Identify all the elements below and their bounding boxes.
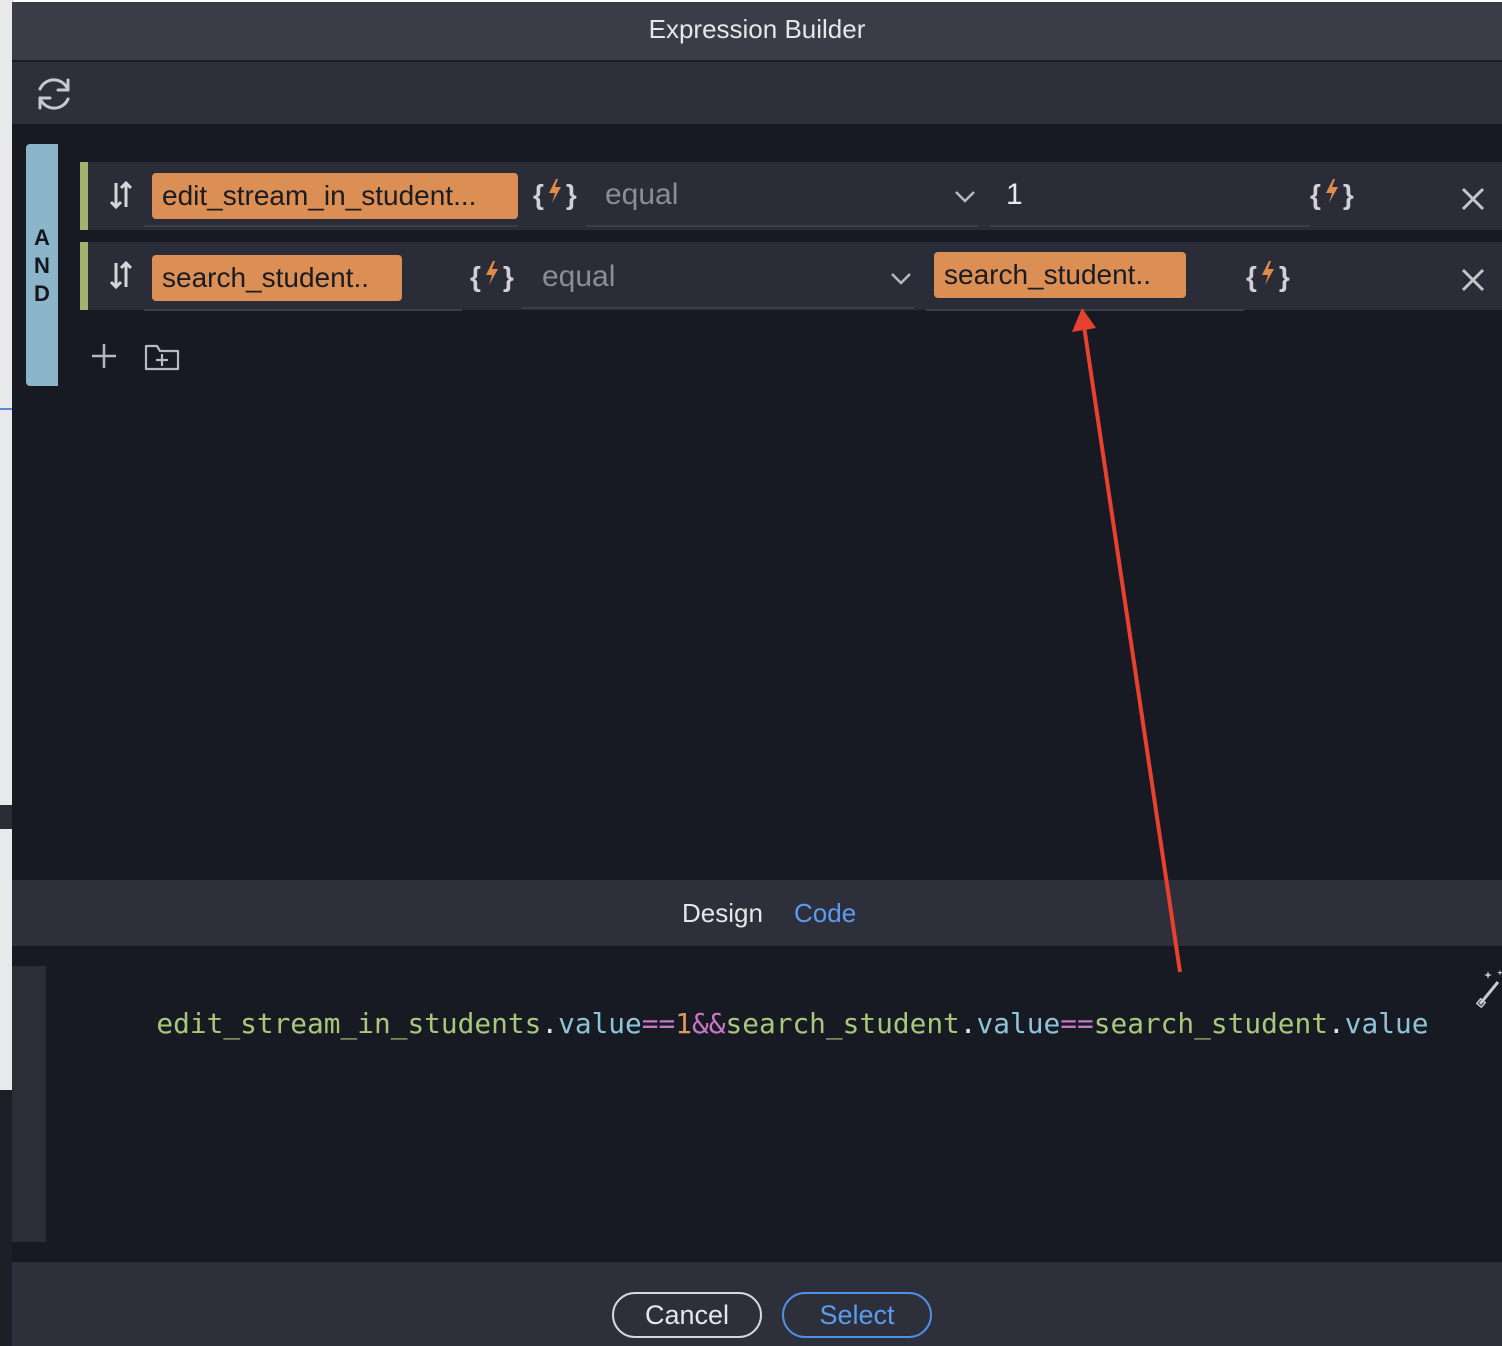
code-token: value [1344,1007,1429,1040]
title-bar: Expression Builder [12,2,1502,62]
chevron-down-icon[interactable] [890,272,912,286]
dynamic-data-icon: {} [1246,261,1290,292]
code-token: == [1060,1007,1094,1040]
sort-arrows-icon [109,260,133,290]
magic-wand-icon [1476,970,1502,1008]
condition-row: search_student.. {} equal search_student… [80,242,1502,311]
reorder-button[interactable] [108,260,134,290]
row-accent [80,242,88,310]
tab-code[interactable]: Code [794,898,856,929]
field-underline [586,225,978,227]
toolbar [12,62,1502,124]
code-token: && [692,1007,726,1040]
code-line[interactable]: edit_stream_in_students.value==1&&search… [56,974,1428,1073]
add-condition-button[interactable] [90,342,118,370]
code-token: . [541,1007,559,1040]
condition-row: edit_stream_in_student... {} equal 1 {} [80,162,1502,230]
chevron-down-icon[interactable] [954,190,976,204]
tab-design[interactable]: Design [682,898,763,929]
plus-icon [92,344,116,368]
row-accent [80,162,88,230]
operator-select[interactable]: equal [542,260,615,294]
expression-builder-dialog: Expression Builder A N D edit_stream_in_… [12,2,1502,1346]
select-button[interactable]: Select [782,1292,932,1338]
code-token: search_student [1093,1007,1329,1040]
field-underline [144,225,518,227]
dynamic-data-button[interactable]: {} [470,260,514,293]
field-underline [522,307,914,309]
view-tabs: Design Code [12,880,1502,946]
add-group-button[interactable] [144,342,180,372]
close-icon[interactable] [1460,267,1486,293]
dynamic-data-icon: {} [470,261,514,292]
code-token: 1 [675,1007,693,1040]
editor-gutter [12,966,46,1242]
field-underline [990,225,1310,227]
format-button[interactable] [1476,968,1502,1008]
code-token: . [1328,1007,1345,1040]
right-dynamic-data-button[interactable]: {} [1246,260,1290,293]
dynamic-data-icon: {} [533,179,577,210]
dynamic-data-icon: {} [1310,179,1354,210]
right-value-input[interactable]: 1 [1006,178,1023,212]
refresh-icon [38,78,70,110]
dialog-title: Expression Builder [648,14,866,44]
dynamic-data-button[interactable]: {} [533,178,577,211]
field-underline [926,309,1244,311]
field-underline [144,309,462,311]
close-icon[interactable] [1460,186,1486,212]
code-token: value [558,1007,642,1040]
sort-arrows-icon [109,180,133,210]
and-group-bar[interactable]: A N D [26,144,58,386]
code-editor[interactable]: edit_stream_in_students.value==1&&search… [12,946,1502,1262]
code-token: value [976,1007,1061,1040]
group-operator-label: A N D [34,225,50,306]
left-operand-chip[interactable]: search_student.. [152,255,402,301]
code-token: search_student [725,1007,960,1040]
code-token: edit_stream_in_students [156,1007,542,1040]
dialog-footer: Cancel Select [12,1262,1502,1346]
code-token: . [959,1007,977,1040]
folder-plus-icon [144,344,180,371]
reorder-button[interactable] [108,180,134,210]
left-operand-chip[interactable]: edit_stream_in_student... [152,173,518,219]
operator-select[interactable]: equal [605,178,678,212]
right-operand-chip[interactable]: search_student.. [934,252,1186,298]
refresh-button[interactable] [32,72,76,116]
cancel-button[interactable]: Cancel [612,1292,762,1338]
right-dynamic-data-button[interactable]: {} [1310,178,1354,211]
code-token: == [641,1007,676,1040]
